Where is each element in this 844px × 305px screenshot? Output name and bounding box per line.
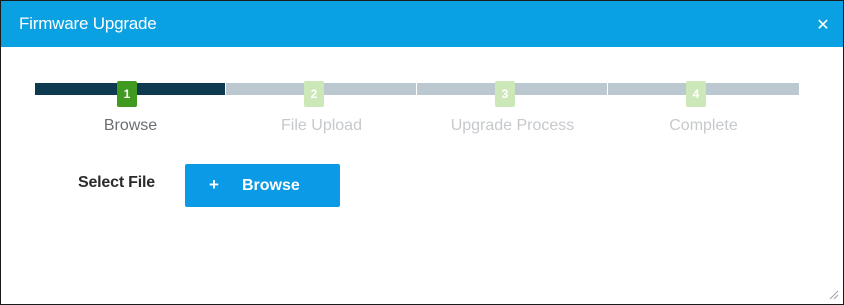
close-icon[interactable]: ✕ [815,18,831,34]
dialog-title: Firmware Upgrade [19,14,157,33]
resize-grip-icon[interactable] [827,288,839,300]
dialog-header: Firmware Upgrade ✕ [1,1,843,47]
step-file-upload: 2 File Upload [226,81,418,141]
step-complete: 4 Complete [608,81,799,141]
browse-button-label: Browse [242,177,300,194]
step-number-badge: 4 [686,81,706,107]
step-label: Upgrade Process [450,117,575,134]
select-file-label: Select File [78,174,155,191]
step-browse: 1 Browse [35,81,227,141]
upgrade-stepper: 1 Browse 2 File Upload 3 Upgrade Process… [35,81,799,141]
browse-button[interactable]: + Browse [185,164,340,207]
step-label: Complete [669,117,738,134]
step-upgrade-process: 3 Upgrade Process [417,81,609,141]
step-label: File Upload [281,117,362,134]
step-number-badge: 2 [304,81,324,107]
step-number-badge: 1 [117,81,137,107]
firmware-upgrade-dialog: Firmware Upgrade ✕ 1 Browse 2 File Uploa… [0,0,844,305]
step-label: Browse [103,117,158,134]
step-number-badge: 3 [495,81,515,107]
plus-icon: + [209,175,219,194]
